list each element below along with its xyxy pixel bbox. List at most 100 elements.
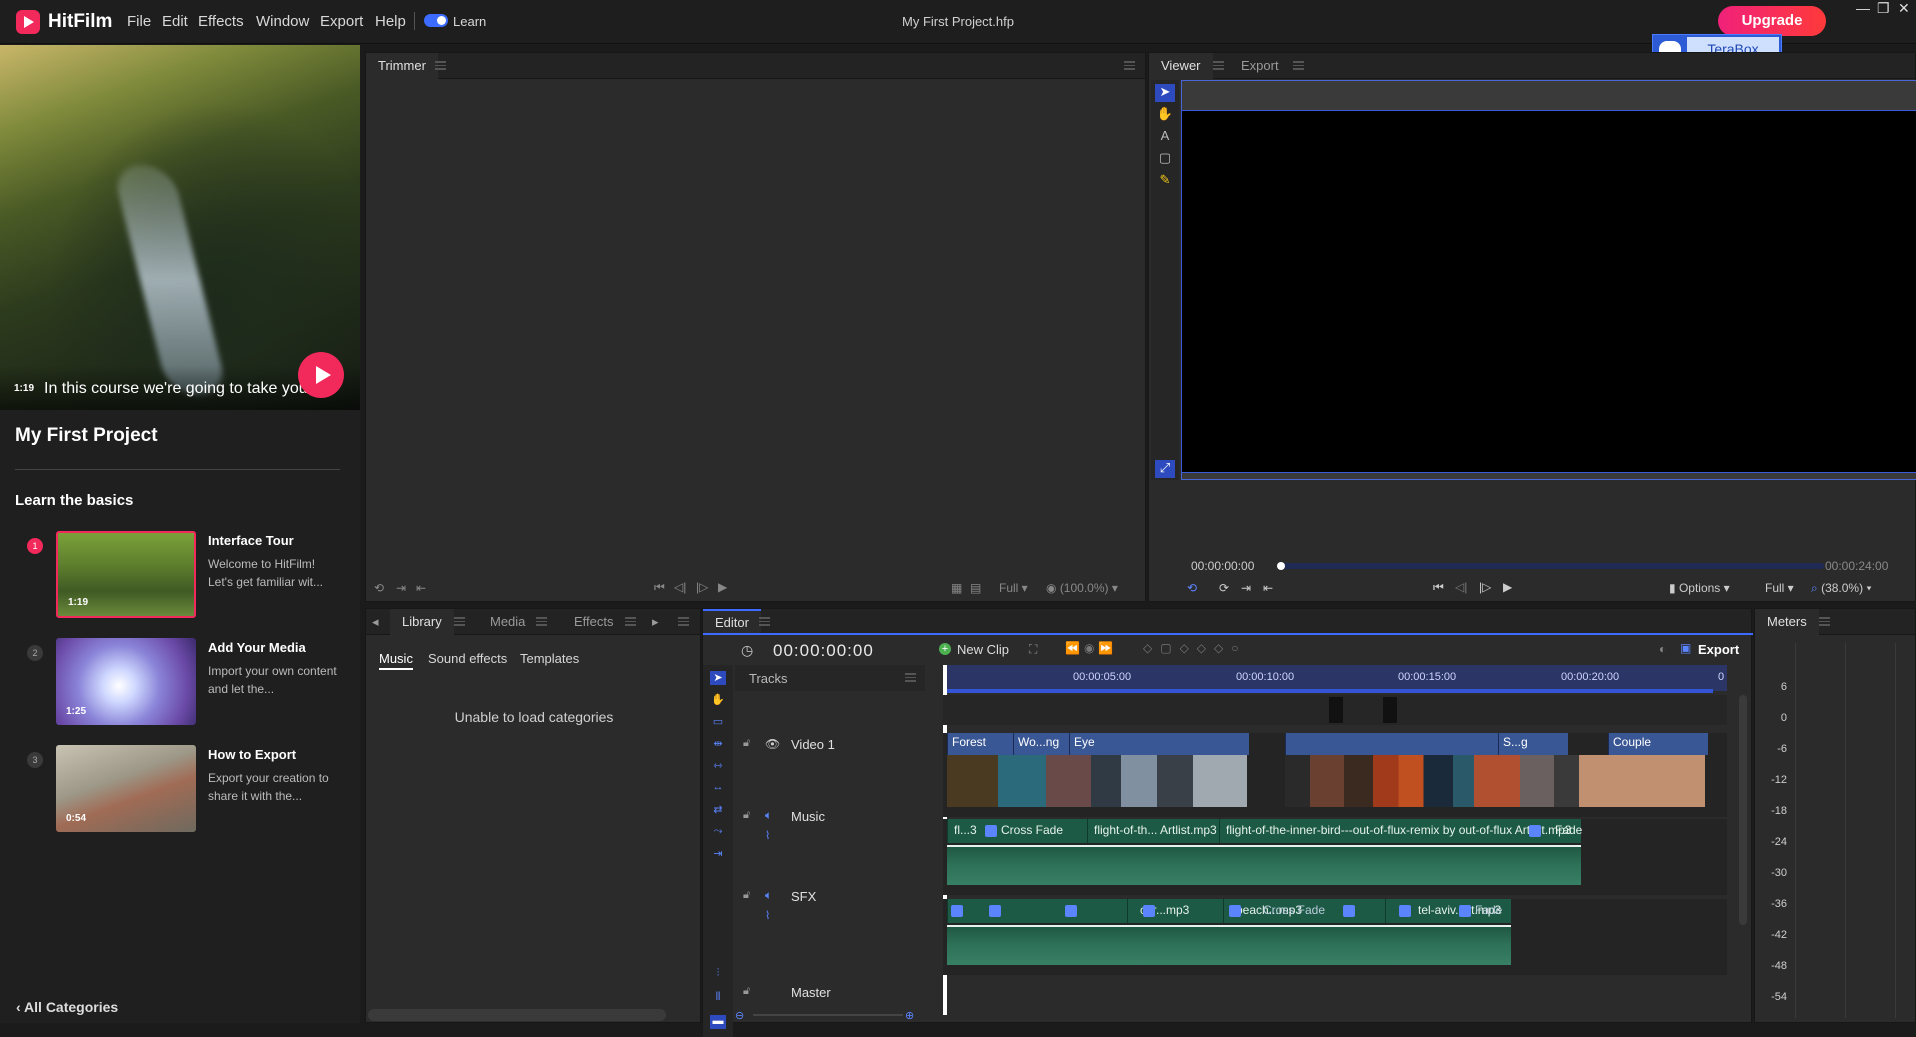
step-back-icon[interactable]: ◁| bbox=[674, 580, 686, 594]
fade-icon[interactable] bbox=[1065, 905, 1077, 917]
editor-export-button[interactable]: Export bbox=[1698, 642, 1739, 657]
timeline-ruler[interactable]: 00:00:05:00 00:00:10:00 00:00:15:00 00:0… bbox=[943, 665, 1727, 691]
play-icon[interactable]: ▶ bbox=[1503, 580, 1512, 594]
volume-line[interactable] bbox=[947, 845, 1581, 847]
subtab-templates[interactable]: Templates bbox=[520, 651, 579, 666]
course-thumbnail[interactable]: 0:54 bbox=[56, 745, 196, 832]
zoom-in-icon[interactable]: ⊕ bbox=[905, 1009, 914, 1022]
video-clip[interactable]: Wo...ng bbox=[1013, 733, 1069, 755]
tab-scroll-left-icon[interactable]: ◂ bbox=[366, 609, 385, 635]
video-clip[interactable]: Eye bbox=[1069, 733, 1249, 755]
work-area-bar[interactable] bbox=[943, 689, 1713, 693]
hand-tool-icon[interactable]: ✋ bbox=[710, 693, 726, 707]
hand-tool-icon[interactable]: ✋ bbox=[1155, 106, 1175, 124]
tab-menu-icon[interactable] bbox=[454, 617, 465, 626]
fade-label[interactable]: Fade bbox=[1475, 903, 1502, 917]
video-clip[interactable] bbox=[1285, 733, 1505, 755]
video-clip[interactable]: Forest bbox=[947, 733, 1017, 755]
fade-icon[interactable] bbox=[989, 905, 1001, 917]
tab-meters[interactable]: Meters bbox=[1755, 609, 1819, 635]
editor-timecode[interactable]: 00:00:00:00 bbox=[773, 641, 874, 661]
slip-tool-icon[interactable]: ⇹ bbox=[710, 737, 726, 751]
menu-edit[interactable]: Edit bbox=[162, 13, 188, 30]
text-tool-icon[interactable]: A bbox=[1155, 128, 1175, 146]
menu-file[interactable]: File bbox=[127, 13, 151, 30]
lock-icon[interactable]: 🔓︎ bbox=[743, 737, 750, 750]
track-select-icon[interactable]: ⇥ bbox=[710, 847, 726, 861]
skip-start-icon[interactable]: ⏮ bbox=[654, 580, 665, 595]
zoom-slider[interactable]: ⊖ ⊕ bbox=[735, 1009, 925, 1022]
tab-export[interactable]: Export bbox=[1229, 53, 1291, 79]
audio-clip[interactable]: flight-of-the-inner-bird---out-of-flux-r… bbox=[1219, 819, 1581, 843]
transition-label[interactable]: Cross Fade bbox=[1001, 823, 1063, 837]
step-back-icon[interactable]: ◁| bbox=[1455, 580, 1467, 594]
video-clip[interactable]: S...g bbox=[1498, 733, 1568, 755]
viewer-canvas[interactable] bbox=[1181, 110, 1916, 473]
tab-media[interactable]: Media bbox=[478, 609, 537, 635]
course-title[interactable]: Add Your Media bbox=[208, 640, 306, 655]
loop-icon[interactable]: ⟳ bbox=[1219, 581, 1229, 595]
snapping-icon[interactable]: ⛶ bbox=[1029, 642, 1037, 657]
mask-tool-icon[interactable]: ▢ bbox=[1155, 150, 1175, 168]
panel-menu-icon[interactable] bbox=[678, 617, 689, 626]
fade-icon[interactable] bbox=[951, 905, 963, 917]
close-button[interactable]: ✕ bbox=[1898, 0, 1910, 17]
fade-icon[interactable] bbox=[1143, 905, 1155, 917]
zoom-dropdown[interactable]: ◉ (100.0%) ▾ bbox=[1046, 581, 1118, 595]
snap-tool-icon[interactable]: ⤢ bbox=[1155, 460, 1175, 478]
video-clip[interactable]: Couple bbox=[1608, 733, 1708, 755]
subtab-music[interactable]: Music bbox=[379, 651, 413, 670]
overlay-icon[interactable]: ⇤ bbox=[416, 581, 426, 595]
tab-menu-icon[interactable] bbox=[1213, 61, 1224, 70]
tab-menu-icon[interactable] bbox=[1293, 61, 1304, 70]
transition-label[interactable]: Cross Fade bbox=[1263, 903, 1325, 917]
safe-area-icon[interactable]: ▤ bbox=[970, 581, 981, 595]
transport-icons[interactable]: ⏪◉⏩ bbox=[1065, 641, 1117, 655]
course-thumbnail[interactable]: 1:25 bbox=[56, 638, 196, 725]
insert-icon[interactable]: ⇥ bbox=[1241, 581, 1251, 595]
audio-clip[interactable]: car...mp3 bbox=[1127, 899, 1223, 923]
tab-effects[interactable]: Effects bbox=[562, 609, 626, 635]
menu-help[interactable]: Help bbox=[375, 13, 406, 30]
fade-icon[interactable] bbox=[1529, 825, 1541, 837]
speaker-icon[interactable]: 🔈︎ bbox=[765, 888, 772, 903]
render-icon[interactable]: ⟲ bbox=[1187, 581, 1197, 595]
keyframe-icons[interactable]: ◇▢◇◇◇○ bbox=[1143, 641, 1247, 655]
step-forward-icon[interactable]: |▷ bbox=[696, 580, 708, 594]
course-item[interactable]: 1 1:19 Interface Tour Welcome to HitFilm… bbox=[0, 531, 360, 621]
course-item[interactable]: 2 1:25 Add Your Media Import your own co… bbox=[0, 638, 360, 728]
select-tool-icon[interactable]: ➤ bbox=[710, 671, 726, 685]
zoom-dropdown[interactable]: ⌕ (38.0%) ▾ bbox=[1811, 581, 1871, 596]
skip-start-icon[interactable]: ⏮ bbox=[1433, 580, 1444, 595]
subtab-sound-effects[interactable]: Sound effects bbox=[428, 651, 507, 666]
select-tool-icon[interactable]: ➤ bbox=[1155, 84, 1175, 102]
vertical-scrollbar[interactable] bbox=[1739, 695, 1747, 925]
fade-icon[interactable] bbox=[1459, 905, 1471, 917]
ripple-tool-icon[interactable]: ↔ bbox=[710, 781, 726, 795]
viewer-scrubber[interactable] bbox=[1279, 563, 1824, 569]
course-title[interactable]: Interface Tour bbox=[208, 533, 294, 548]
minimize-button[interactable]: — bbox=[1856, 0, 1870, 16]
levels-icon[interactable]: ⫴ bbox=[710, 991, 726, 1005]
menu-effects[interactable]: Effects bbox=[198, 13, 244, 30]
roll-tool-icon[interactable]: ⇄ bbox=[710, 803, 726, 817]
lock-icon[interactable]: 🔓︎ bbox=[743, 889, 750, 902]
course-title[interactable]: How to Export bbox=[208, 747, 296, 762]
tab-menu-icon[interactable] bbox=[1819, 617, 1830, 626]
fade-icon[interactable] bbox=[1343, 905, 1355, 917]
tab-menu-icon[interactable] bbox=[759, 617, 770, 626]
tab-editor[interactable]: Editor bbox=[703, 609, 761, 635]
tracks-menu-icon[interactable] bbox=[905, 673, 916, 682]
options-dropdown[interactable]: ▮ Options ▾ bbox=[1669, 581, 1730, 595]
playhead-handle[interactable] bbox=[1277, 562, 1285, 570]
new-clip-button[interactable]: New Clip bbox=[957, 642, 1009, 657]
step-forward-icon[interactable]: |▷ bbox=[1479, 580, 1491, 594]
fade-icon[interactable] bbox=[1399, 905, 1411, 917]
tab-menu-icon[interactable] bbox=[625, 617, 636, 626]
loop-icon[interactable]: ⟲ bbox=[374, 581, 384, 595]
slice-tool-icon[interactable]: ▭ bbox=[710, 715, 726, 729]
audio-clip[interactable]: flight-of-th... Artlist.mp3 bbox=[1087, 819, 1219, 843]
lock-icon[interactable]: 🔓︎ bbox=[743, 985, 750, 998]
insert-icon[interactable]: ⇥ bbox=[396, 581, 406, 595]
tab-trimmer[interactable]: Trimmer bbox=[366, 53, 438, 79]
